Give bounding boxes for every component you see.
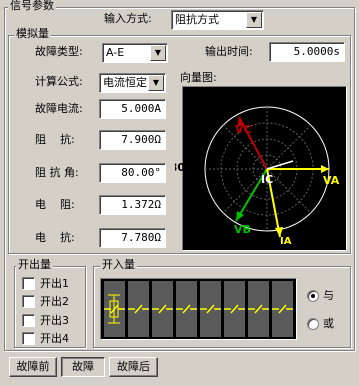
angle-label-bottom: 270: [256, 236, 279, 249]
output-time-field[interactable]: 5.0000s: [269, 42, 345, 62]
output-2-checkbox[interactable]: [22, 295, 35, 308]
output-1-checkbox[interactable]: [22, 277, 35, 290]
fault-type-label: 故障类型:: [35, 45, 83, 58]
formula-value: 电流恒定: [103, 76, 147, 89]
formula-label: 计算公式:: [35, 75, 83, 88]
resistance-label: 电 阻:: [35, 198, 75, 211]
impedance-angle-label: 阻 抗 角:: [35, 166, 79, 179]
vector-label-vb: VB: [234, 223, 251, 236]
vector-label-ic: IC: [261, 173, 273, 186]
output-2-label: 开出2: [40, 295, 69, 308]
inputs-title: 开入量: [100, 258, 137, 271]
angle-label-right: 0: [333, 161, 341, 174]
logic-or-radio[interactable]: [307, 318, 319, 330]
reactance-field[interactable]: 7.780Ω: [99, 228, 166, 248]
analog-group-title: 模拟量: [14, 27, 51, 40]
output-time-label: 输出时间:: [205, 45, 253, 58]
digital-input-cell: [200, 281, 221, 337]
angle-label-left: 180: [175, 161, 185, 174]
signal-params-title: 信号参数: [8, 0, 56, 12]
digital-input-cell: [224, 281, 245, 337]
input-mode-select[interactable]: 阻抗方式 ▼: [171, 10, 264, 30]
vector-label-vc: VC: [235, 123, 252, 136]
fault-type-select[interactable]: A-E ▼: [102, 43, 168, 63]
tab-pre-fault[interactable]: 故障前: [9, 357, 57, 377]
impedance-label: 阻 抗:: [35, 133, 75, 146]
impedance-angle-field[interactable]: 80.00°: [99, 163, 166, 183]
output-4-checkbox[interactable]: [22, 332, 35, 345]
chevron-down-icon[interactable]: ▼: [150, 45, 166, 61]
digital-input-cell: [272, 281, 293, 337]
digital-input-cell: [176, 281, 197, 337]
phasor-diagram: 90 VC VA VB IA IC: [182, 86, 347, 251]
output-1-label: 开出1: [40, 277, 69, 290]
chevron-down-icon[interactable]: ▼: [246, 12, 262, 28]
formula-select[interactable]: 电流恒定 ▼: [99, 73, 166, 93]
tab-fault[interactable]: 故障: [61, 357, 105, 377]
digital-input-panel: [100, 278, 297, 340]
logic-or-label: 或: [323, 317, 334, 330]
vector-label-ia: IA: [280, 236, 292, 247]
digital-input-cell: [248, 281, 269, 337]
fault-current-label: 故障电流:: [35, 102, 83, 115]
impedance-field[interactable]: 7.900Ω: [99, 130, 166, 150]
output-3-label: 开出3: [40, 314, 69, 327]
phasor-label: 向量图:: [180, 71, 217, 84]
input-mode-value: 阻抗方式: [175, 13, 219, 26]
vector-va-arrow: [321, 165, 329, 173]
input-mode-label: 输入方式:: [104, 12, 152, 25]
vector-label-va: VA: [323, 174, 340, 187]
fault-current-field[interactable]: 5.000A: [99, 99, 166, 119]
logic-and-label: 与: [323, 289, 334, 302]
output-4-label: 开出4: [40, 332, 69, 345]
tab-post-fault[interactable]: 故障后: [109, 357, 158, 377]
digital-input-cell: [128, 281, 149, 337]
digital-input-cell: [152, 281, 173, 337]
fault-type-value: A-E: [106, 46, 125, 59]
digital-input-cell: [104, 281, 125, 337]
logic-and-radio[interactable]: [307, 290, 319, 302]
reactance-label: 电 抗:: [35, 231, 75, 244]
chevron-down-icon[interactable]: ▼: [148, 75, 164, 91]
output-3-checkbox[interactable]: [22, 314, 35, 327]
angle-label-top: 90: [259, 91, 275, 104]
resistance-field[interactable]: 1.372Ω: [99, 195, 166, 215]
phasor-svg: 90 VC VA VB IA IC: [204, 91, 340, 247]
outputs-title: 开出量: [16, 258, 53, 271]
